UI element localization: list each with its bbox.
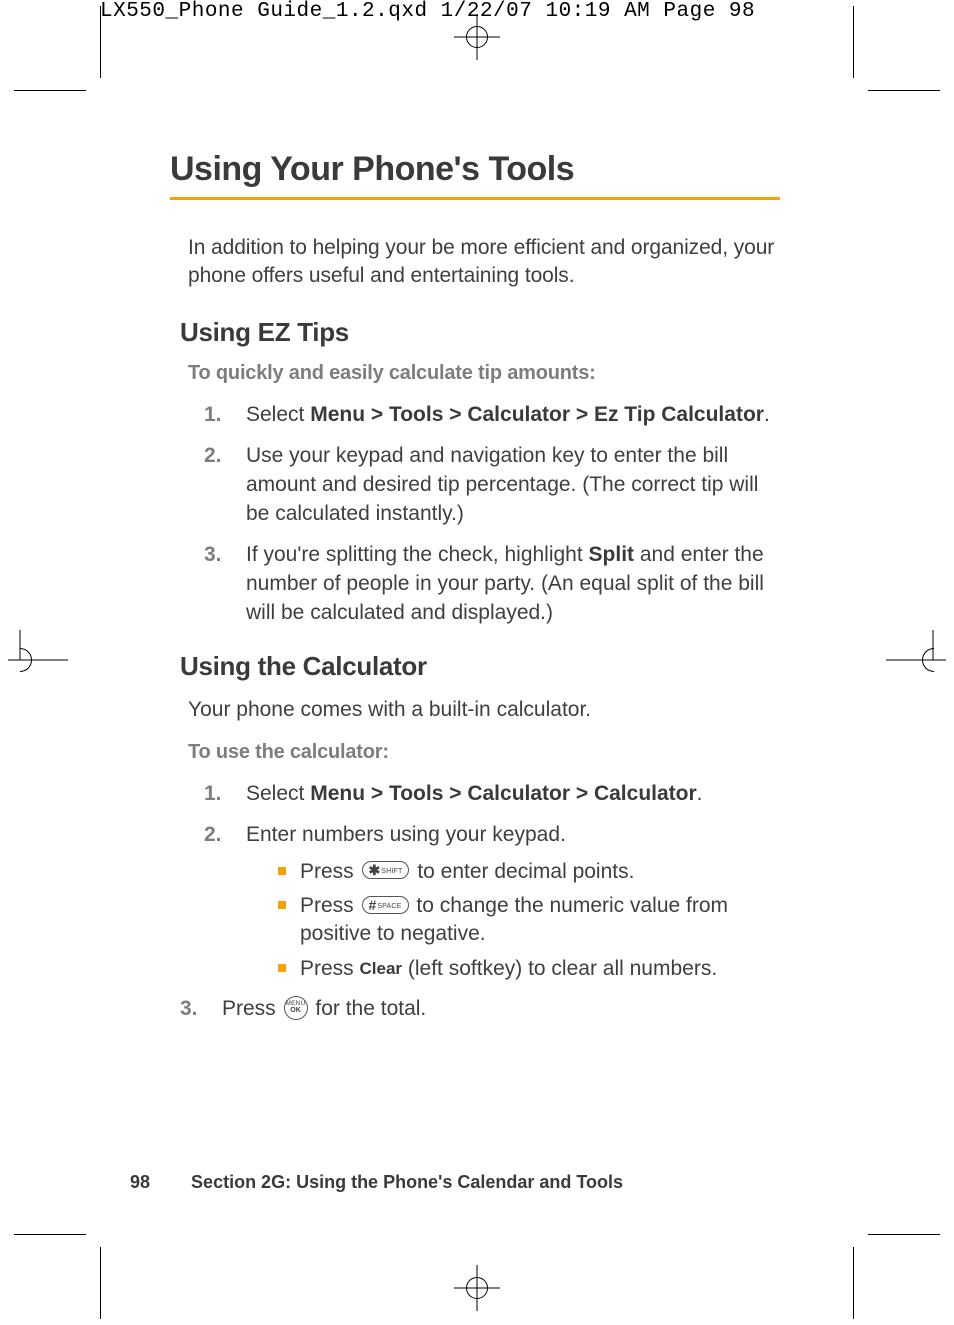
step-item: 1. Select Menu > Tools > Calculator > Ez…	[204, 401, 780, 430]
page-number: 98	[130, 1172, 150, 1192]
page-content: Using Your Phone's Tools In addition to …	[170, 150, 780, 1048]
step-number: 1.	[204, 401, 222, 430]
step-item: 3. Press MENUOK for the total.	[180, 995, 780, 1024]
pound-key-icon: #SPACE	[362, 896, 409, 914]
page-title: Using Your Phone's Tools	[170, 150, 780, 200]
bullet-item: Press Clear (left softkey) to clear all …	[278, 955, 780, 983]
calc-intro: Your phone comes with a built-in calcula…	[188, 696, 780, 724]
page-footer: 98 Section 2G: Using the Phone's Calenda…	[130, 1172, 623, 1193]
sub-bullets: Press ✱SHIFT to enter decimal points. Pr…	[278, 858, 780, 983]
menu-ok-key-icon: MENUOK	[284, 996, 308, 1020]
heading-calculator: Using the Calculator	[180, 651, 780, 682]
bullet-item: Press #SPACE to change the numeric value…	[278, 892, 780, 949]
lead-eztips: To quickly and easily calculate tip amou…	[188, 362, 780, 385]
step-number: 3.	[204, 541, 222, 570]
step-item: 3. If you're splitting the check, highli…	[204, 541, 780, 628]
bullet-item: Press ✱SHIFT to enter decimal points.	[278, 858, 780, 886]
registration-mark-left	[8, 630, 68, 690]
step-item: 1. Select Menu > Tools > Calculator > Ca…	[204, 780, 780, 809]
heading-eztips: Using EZ Tips	[180, 317, 780, 348]
step-item: 2. Enter numbers using your keypad. Pres…	[204, 821, 780, 983]
star-key-icon: ✱SHIFT	[362, 861, 410, 879]
registration-mark-right	[886, 630, 946, 690]
step-number: 1.	[204, 780, 222, 809]
step-number: 2.	[204, 442, 222, 471]
step-number: 3.	[180, 995, 198, 1024]
section-label: Section 2G: Using the Phone's Calendar a…	[191, 1172, 623, 1192]
step-item: 2. Use your keypad and navigation key to…	[204, 442, 780, 529]
prepress-slug: LX550_Phone Guide_1.2.qxd 1/22/07 10:19 …	[100, 0, 755, 23]
step-number: 2.	[204, 821, 222, 850]
lead-calc: To use the calculator:	[188, 741, 780, 764]
registration-mark-bottom	[454, 1265, 500, 1311]
steps-calc: 1. Select Menu > Tools > Calculator > Ca…	[204, 780, 780, 1024]
steps-eztips: 1. Select Menu > Tools > Calculator > Ez…	[204, 401, 780, 628]
intro-paragraph: In addition to helping your be more effi…	[188, 234, 780, 291]
